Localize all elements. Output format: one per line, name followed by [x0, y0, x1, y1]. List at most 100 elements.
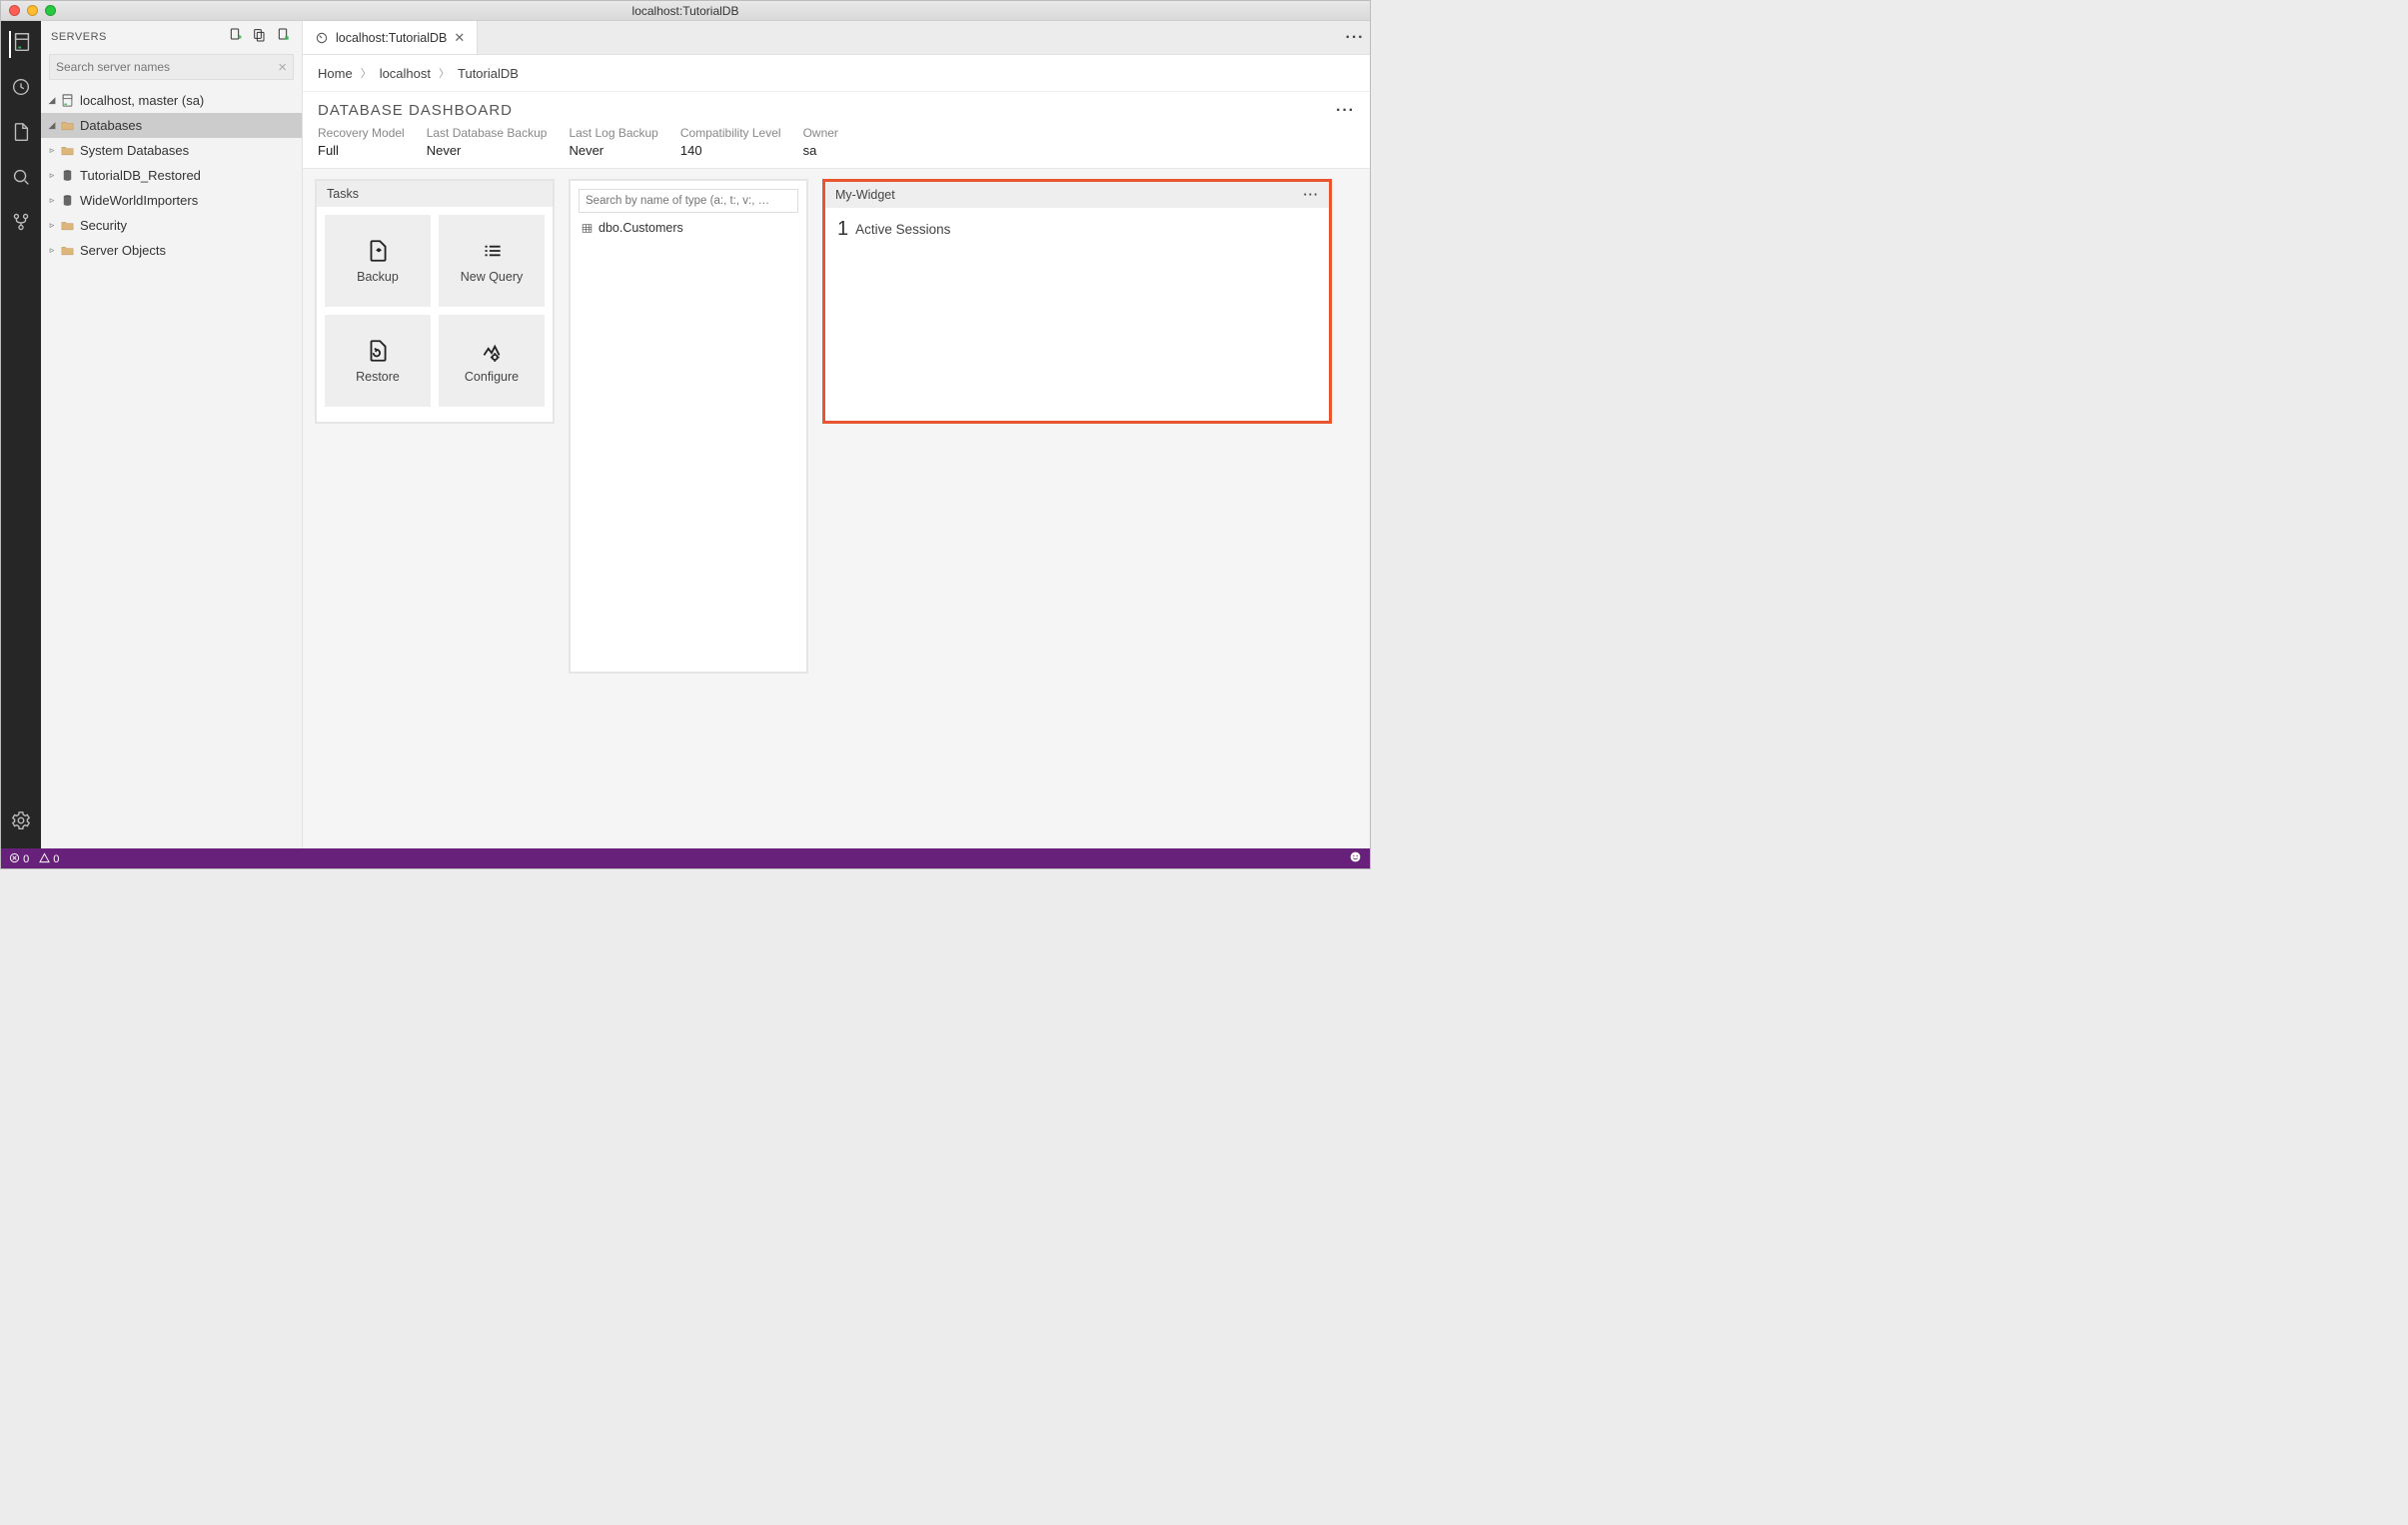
breadcrumb: Home 〉 localhost 〉 TutorialDB: [303, 55, 1370, 92]
tree-label: TutorialDB_Restored: [80, 168, 201, 183]
window-titlebar: localhost:TutorialDB: [1, 1, 1370, 21]
prop-value: 140: [680, 143, 781, 158]
prop-label: Owner: [803, 126, 838, 140]
new-query-icon: [479, 238, 505, 264]
tree-system-databases[interactable]: ▹ System Databases: [41, 138, 302, 163]
expand-icon: ▹: [47, 245, 57, 256]
prop-value: Never: [569, 143, 657, 158]
tree-tutorialdb-restored[interactable]: ▹ TutorialDB_Restored: [41, 163, 302, 188]
server-icon: [59, 93, 75, 109]
widget-label: Active Sessions: [855, 222, 950, 237]
new-connection-icon[interactable]: [228, 27, 244, 46]
dashboard-heading: DATABASE DASHBOARD: [318, 102, 513, 119]
search-result-item[interactable]: dbo.Customers: [571, 221, 806, 235]
settings-activity-icon[interactable]: [10, 809, 32, 836]
widget-count: 1: [837, 218, 848, 240]
feedback-icon[interactable]: [1349, 850, 1362, 866]
tree-label: Server Objects: [80, 243, 166, 258]
tree-databases-folder[interactable]: ◢ Databases: [41, 113, 302, 138]
folder-icon: [59, 143, 75, 159]
task-backup-button[interactable]: Backup: [325, 215, 431, 307]
close-tab-icon[interactable]: ✕: [454, 30, 465, 46]
task-restore-button[interactable]: Restore: [325, 315, 431, 407]
tab-overflow-menu-icon[interactable]: ···: [1340, 21, 1370, 54]
search-activity-icon[interactable]: [10, 166, 32, 193]
server-search-input[interactable]: [56, 60, 278, 74]
editor-tabs: localhost:TutorialDB ✕ ···: [303, 21, 1370, 55]
dashboard-icon: [315, 31, 329, 45]
widget-more-icon[interactable]: ···: [1304, 188, 1320, 202]
prop-value: sa: [803, 143, 838, 158]
task-configure-button[interactable]: Configure: [439, 315, 545, 407]
task-label: Configure: [465, 370, 519, 384]
tree-label: WideWorldImporters: [80, 193, 198, 208]
folder-icon: [59, 118, 75, 134]
panel-title: Tasks: [327, 187, 359, 201]
expand-icon: ▹: [47, 195, 57, 206]
servers-sidebar: SERVERS ×: [41, 21, 303, 848]
prop-label: Last Log Backup: [569, 126, 657, 140]
object-search-input[interactable]: [586, 195, 791, 207]
breadcrumb-home[interactable]: Home: [318, 66, 353, 81]
close-window-button[interactable]: [9, 5, 20, 16]
folder-icon: [59, 243, 75, 259]
servers-activity-icon[interactable]: [9, 31, 33, 58]
tree-label: Security: [80, 218, 127, 233]
new-server-group-icon[interactable]: [252, 27, 268, 46]
tree-server-root[interactable]: ◢ localhost, master (sa): [41, 88, 302, 113]
source-control-activity-icon[interactable]: [10, 211, 32, 238]
chevron-right-icon: 〉: [361, 65, 372, 81]
tree-label: localhost, master (sa): [80, 93, 204, 108]
dashboard-more-icon[interactable]: ···: [1336, 102, 1355, 120]
table-icon: [581, 222, 594, 235]
status-warnings[interactable]: 0: [39, 852, 59, 865]
main-area: localhost:TutorialDB ✕ ··· Home 〉 localh…: [303, 21, 1370, 848]
configure-icon: [479, 338, 505, 364]
task-history-activity-icon[interactable]: [10, 76, 32, 103]
tree-label: Databases: [80, 118, 142, 133]
breadcrumb-server[interactable]: localhost: [380, 66, 431, 81]
object-search-panel: dbo.Customers: [569, 179, 808, 674]
collapse-icon: ◢: [47, 95, 57, 106]
zoom-window-button[interactable]: [45, 5, 56, 16]
clear-search-icon[interactable]: ×: [278, 59, 287, 76]
task-label: Backup: [357, 270, 399, 284]
expand-icon: ▹: [47, 145, 57, 156]
backup-icon: [365, 238, 391, 264]
breadcrumb-database[interactable]: TutorialDB: [458, 66, 519, 81]
prop-label: Last Database Backup: [427, 126, 548, 140]
server-tree: ◢ localhost, master (sa) ◢ Databases ▹ S…: [41, 84, 302, 263]
tree-label: System Databases: [80, 143, 189, 158]
prop-label: Recovery Model: [318, 126, 405, 140]
collapse-icon: ◢: [47, 120, 57, 131]
error-icon: [9, 852, 20, 863]
task-label: Restore: [356, 370, 400, 384]
widget-insight: 1 Active Sessions: [825, 208, 1329, 251]
warning-icon: [39, 852, 50, 863]
server-search-box[interactable]: ×: [49, 54, 294, 80]
explorer-activity-icon[interactable]: [10, 121, 32, 148]
dashboard-content: Tasks Backup New Query: [303, 169, 1370, 848]
tree-security-folder[interactable]: ▹ Security: [41, 213, 302, 238]
expand-icon: ▹: [47, 220, 57, 231]
tree-server-objects-folder[interactable]: ▹ Server Objects: [41, 238, 302, 263]
active-connections-icon[interactable]: [276, 27, 292, 46]
status-errors[interactable]: 0: [9, 852, 29, 865]
object-search-box[interactable]: [579, 189, 798, 213]
tree-wideworldimporters[interactable]: ▹ WideWorldImporters: [41, 188, 302, 213]
window-title: localhost:TutorialDB: [632, 4, 739, 18]
sidebar-title: SERVERS: [51, 31, 107, 43]
dashboard-properties: Recovery Model Full Last Database Backup N…: [303, 120, 1370, 169]
my-widget-panel: My-Widget ··· 1 Active Sessions: [822, 179, 1332, 424]
chevron-right-icon: 〉: [439, 65, 450, 81]
restore-icon: [365, 338, 391, 364]
database-icon: [59, 193, 75, 209]
database-icon: [59, 168, 75, 184]
minimize-window-button[interactable]: [27, 5, 38, 16]
folder-icon: [59, 218, 75, 234]
tasks-panel: Tasks Backup New Query: [315, 179, 555, 424]
task-new-query-button[interactable]: New Query: [439, 215, 545, 307]
activity-bar: [1, 21, 41, 848]
prop-value: Full: [318, 143, 405, 158]
tab-tutorialdb-dashboard[interactable]: localhost:TutorialDB ✕: [303, 21, 478, 54]
